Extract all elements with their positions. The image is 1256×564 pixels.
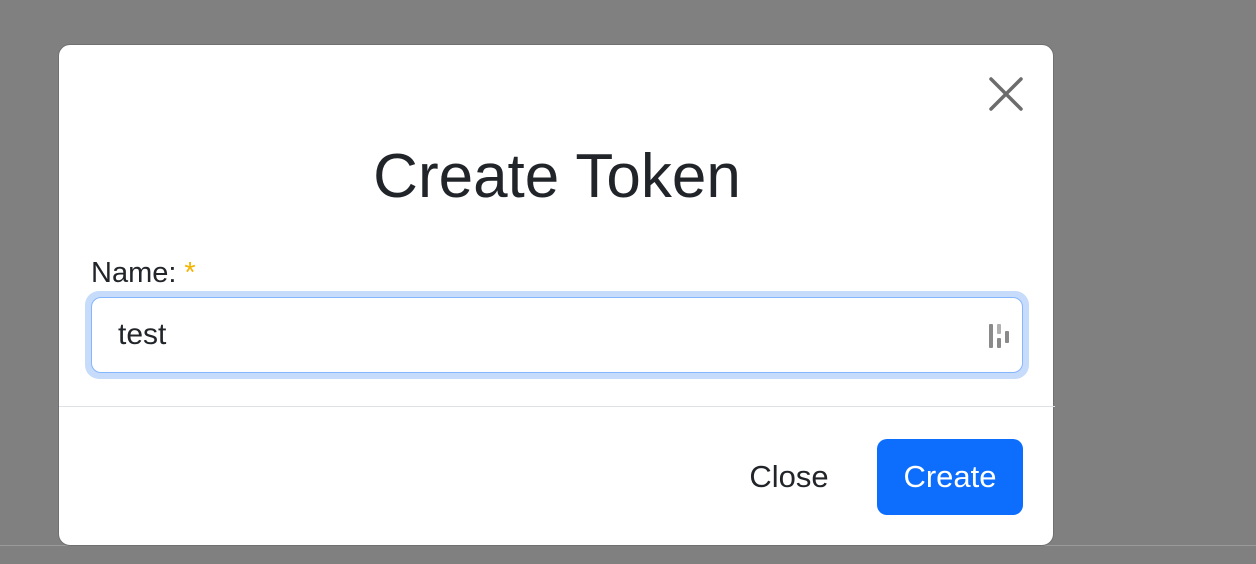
name-input[interactable]	[91, 297, 1023, 373]
close-button[interactable]: Close	[735, 441, 843, 513]
create-token-dialog: Create Token Name:* Close Create	[58, 44, 1055, 546]
password-manager-icon[interactable]	[987, 321, 1011, 351]
close-icon[interactable]	[987, 75, 1025, 113]
required-marker: *	[184, 257, 196, 289]
name-field-label: Name: *	[91, 255, 196, 291]
dialog-title: Create Token	[373, 142, 741, 211]
create-button[interactable]: Create	[877, 439, 1023, 515]
name-input-focus-ring	[85, 291, 1029, 379]
footer-divider	[59, 406, 1055, 407]
name-label-text: Name:	[91, 257, 177, 289]
